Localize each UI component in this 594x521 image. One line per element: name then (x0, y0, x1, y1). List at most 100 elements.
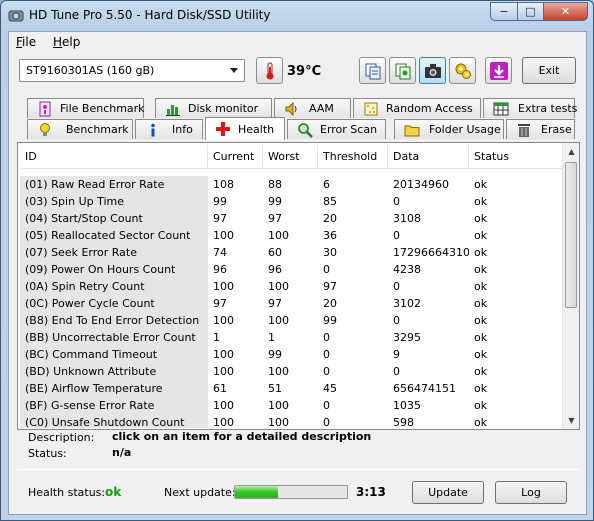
cell-threshold: 97 (323, 280, 337, 293)
cell-id: (0C) Power Cycle Count (20, 295, 208, 312)
exit-button[interactable]: Exit (522, 57, 576, 84)
tab-file-benchmark-label: File Benchmark (60, 102, 145, 115)
column-header-status[interactable]: Status (469, 145, 564, 169)
cell-status: ok (474, 348, 488, 361)
cell-threshold: 36 (323, 229, 337, 242)
options-button[interactable] (449, 57, 476, 84)
table-row[interactable]: (C0) Unsafe Shutdown Count 100 100 0 598 ok (20, 414, 564, 428)
cell-status: ok (474, 195, 488, 208)
tab-benchmark[interactable]: Benchmark (27, 119, 133, 139)
column-header-current[interactable]: Current (208, 145, 263, 169)
menu-help-label: elp (62, 35, 81, 49)
cell-status: ok (474, 399, 488, 412)
cell-current: 100 (213, 280, 234, 293)
cell-current: 100 (213, 348, 234, 361)
app-icon (8, 10, 24, 22)
table-row[interactable]: (BC) Command Timeout 100 99 0 9 ok (20, 346, 564, 363)
tab-folder-usage[interactable]: Folder Usage (394, 119, 504, 139)
table-row[interactable]: (05) Reallocated Sector Count 100 100 36 0 ok (20, 227, 564, 244)
save-button[interactable] (485, 57, 512, 84)
column-header-threshold[interactable]: Threshold (318, 145, 388, 169)
cell-worst: 100 (268, 314, 289, 327)
table-row[interactable]: (0A) Spin Retry Count 100 100 97 0 ok (20, 278, 564, 295)
tab-erase-label: Erase (541, 123, 572, 136)
folder-icon (404, 125, 420, 137)
temperature-readout: 39°C (287, 64, 321, 79)
cell-worst: 60 (268, 246, 282, 259)
tab-folder-usage-label: Folder Usage (429, 123, 501, 136)
table-row[interactable]: (03) Spin Up Time 99 99 85 0 ok (20, 193, 564, 210)
cell-worst: 97 (268, 297, 282, 310)
close-button[interactable]: ✕ (543, 2, 588, 21)
scroll-up-arrow-icon[interactable]: ▲ (563, 143, 580, 160)
temperature-value: 39 (287, 64, 306, 79)
table-row[interactable]: (BF) G-sense Error Rate 100 100 0 1035 ok (20, 397, 564, 414)
screenshot-button[interactable] (419, 57, 446, 84)
table-row[interactable]: (BE) Airflow Temperature 61 51 45 656474151 o… (20, 380, 564, 397)
tab-file-benchmark[interactable]: File Benchmark (27, 98, 145, 118)
cell-id: (BB) Uncorrectable Error Count (20, 329, 208, 346)
cell-data: 0 (393, 280, 400, 293)
smart-grid: ID Current Worst Threshold Data Status (… (20, 145, 564, 428)
title-bar[interactable]: HD Tune Pro 5.50 - Hard Disk/SSD Utility… (1, 1, 593, 31)
cell-threshold: 85 (323, 195, 337, 208)
tab-info[interactable]: Info (135, 119, 203, 139)
table-row[interactable]: (04) Start/Stop Count 97 97 20 3108 ok (20, 210, 564, 227)
cell-data: 656474151 (393, 382, 456, 395)
scrollbar-thumb[interactable] (565, 162, 577, 308)
copy-text-button[interactable] (359, 57, 386, 84)
maximize-button[interactable]: □ (517, 2, 543, 21)
file-benchmark-icon (39, 101, 51, 117)
scroll-down-arrow-icon[interactable]: ▼ (563, 412, 580, 429)
table-row[interactable]: (07) Seek Error Rate 74 60 30 17296664310 ok (20, 244, 564, 261)
menu-help[interactable]: Help (53, 35, 80, 49)
minimize-button[interactable]: − (490, 2, 517, 21)
cell-current: 99 (213, 195, 227, 208)
menu-file-label: ile (22, 35, 37, 49)
table-row[interactable]: (B8) End To End Error Detection 100 100 99 0… (20, 312, 564, 329)
tab-extra-tests[interactable]: Extra tests (483, 98, 577, 118)
next-update-label: Next update: (164, 486, 236, 499)
table-row[interactable]: (01) Raw Read Error Rate 108 88 6 20134960 ok (20, 176, 564, 193)
cell-data: 598 (393, 416, 414, 428)
tab-aam[interactable]: AAM (274, 98, 351, 118)
table-row[interactable]: (0C) Power Cycle Count 97 97 20 3102 ok (20, 295, 564, 312)
log-button[interactable]: Log (495, 481, 567, 504)
column-header-data[interactable]: Data (388, 145, 469, 169)
cell-current: 1 (213, 331, 220, 344)
cell-worst: 99 (268, 348, 282, 361)
temperature-unit: °C (305, 64, 322, 79)
drive-select[interactable]: ST9160301AS (160 gB) (19, 59, 245, 82)
cell-worst: 100 (268, 280, 289, 293)
tab-erase[interactable]: Erase (506, 119, 575, 139)
window-title: HD Tune Pro 5.50 - Hard Disk/SSD Utility (29, 8, 271, 22)
app-window: HD Tune Pro 5.50 - Hard Disk/SSD Utility… (0, 0, 594, 521)
health-status-value: ok (105, 485, 122, 499)
cell-worst: 100 (268, 365, 289, 378)
tab-random-access[interactable]: Random Access (353, 98, 481, 118)
cell-worst: 99 (268, 195, 282, 208)
table-row[interactable]: (BB) Uncorrectable Error Count 1 1 0 3295 ok (20, 329, 564, 346)
column-header-worst[interactable]: Worst (263, 145, 318, 169)
cell-data: 1035 (393, 399, 421, 412)
cell-status: ok (474, 263, 488, 276)
cell-worst: 100 (268, 229, 289, 242)
menu-file[interactable]: File (16, 35, 36, 49)
tab-error-scan[interactable]: Error Scan (287, 119, 386, 139)
copy-all-button[interactable] (389, 57, 416, 84)
speaker-icon (285, 101, 297, 117)
cell-current: 100 (213, 399, 234, 412)
vertical-scrollbar[interactable]: ▲ ▼ (562, 143, 579, 429)
update-button[interactable]: Update (412, 481, 484, 504)
tab-health[interactable]: Health (205, 117, 285, 140)
column-header-id[interactable]: ID (20, 145, 208, 169)
table-row[interactable]: (09) Power On Hours Count 96 96 0 4238 ok (20, 261, 564, 278)
cell-current: 97 (213, 212, 227, 225)
smart-attributes-list[interactable]: ID Current Worst Threshold Data Status (… (17, 142, 580, 430)
toolbar: ST9160301AS (160 gB) 39°C Exit (9, 54, 586, 90)
info-icon (151, 123, 155, 137)
temperature-button[interactable] (256, 57, 283, 84)
table-row[interactable]: (BD) Unknown Attribute 100 100 0 0 ok (20, 363, 564, 380)
tab-disk-monitor[interactable]: Disk monitor (155, 98, 272, 118)
health-status-label: Health status: (28, 486, 106, 499)
